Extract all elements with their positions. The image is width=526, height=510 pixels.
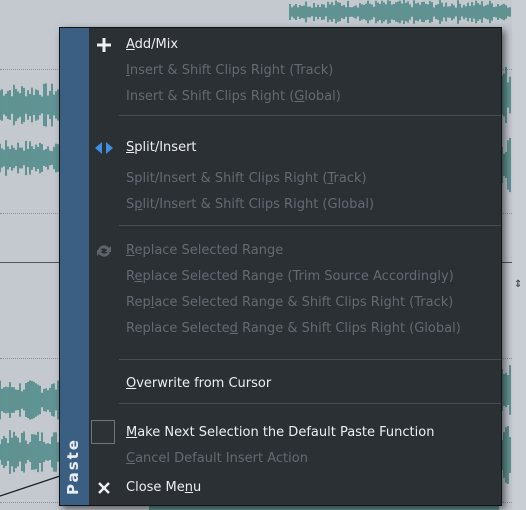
menu-separator (119, 225, 501, 226)
menu-separator (119, 115, 501, 116)
menu-item-split-insert-shift-track[interactable]: Split/Insert & Shift Clips Right (Track) (89, 166, 501, 192)
menu-item-label: Insert & Shift Clips Right (Global) (126, 89, 341, 104)
checkbox-box (91, 420, 115, 444)
resize-marker-icon[interactable]: ⇕ (514, 280, 522, 290)
close-icon (89, 475, 119, 501)
menu-item-label: Split/Insert (126, 140, 197, 155)
menu-item-overwrite-from-cursor[interactable]: Overwrite from Cursor (89, 371, 501, 397)
menu-item-insert-shift-global[interactable]: Insert & Shift Clips Right (Global) (89, 84, 501, 110)
menu-side-strip: Paste (60, 28, 89, 505)
menu-item-close-menu[interactable]: Close Menu (89, 475, 501, 501)
menu-item-label: Split/Insert & Shift Clips Right (Track) (126, 171, 367, 186)
menu-item-label: Split/Insert & Shift Clips Right (Global… (126, 197, 375, 212)
menu-item-make-default-paste[interactable]: Make Next Selection the Default Paste Fu… (89, 420, 501, 446)
menu-side-title: Paste (64, 438, 82, 495)
menu-separator (119, 359, 501, 360)
menu-item-split-insert-shift-global[interactable]: Split/Insert & Shift Clips Right (Global… (89, 192, 501, 218)
split-insert-icon (89, 135, 119, 161)
menu-item-label: Add/Mix (126, 37, 179, 52)
menu-item-add-mix[interactable]: Add/Mix (89, 32, 501, 58)
menu-item-replace-range[interactable]: Replace Selected Range (89, 238, 501, 264)
menu-item-label: Replace Selected Range (Trim Source Acco… (126, 269, 454, 284)
menu-item-label: Replace Selected Range & Shift Clips Rig… (126, 295, 454, 310)
menu-item-insert-shift-track[interactable]: Insert & Shift Clips Right (Track) (89, 58, 501, 84)
plus-icon (89, 32, 119, 58)
menu-item-cancel-default-insert[interactable]: Cancel Default Insert Action (89, 446, 501, 472)
menu-item-split-insert[interactable]: Split/Insert (89, 135, 501, 161)
checkbox[interactable] (89, 420, 119, 446)
menu-separator (119, 403, 501, 404)
menu-item-label: Close Menu (126, 480, 202, 495)
menu-item-label: Replace Selected Range & Shift Clips Rig… (126, 321, 461, 336)
menu-item-replace-range-shift-global[interactable]: Replace Selected Range & Shift Clips Rig… (89, 316, 501, 342)
replace-icon (89, 238, 119, 264)
menu-item-replace-range-shift-track[interactable]: Replace Selected Range & Shift Clips Rig… (89, 290, 501, 316)
menu-item-label: Make Next Selection the Default Paste Fu… (126, 425, 435, 440)
right-edge-strip (512, 0, 526, 510)
paste-menu: Paste Add/Mix Insert & Shift Clips Right… (59, 27, 502, 506)
menu-item-label: Cancel Default Insert Action (126, 451, 308, 466)
menu-item-replace-range-trim[interactable]: Replace Selected Range (Trim Source Acco… (89, 264, 501, 290)
menu-item-label: Insert & Shift Clips Right (Track) (126, 63, 334, 78)
menu-item-label: Replace Selected Range (126, 243, 284, 258)
menu-item-label: Overwrite from Cursor (126, 376, 272, 391)
